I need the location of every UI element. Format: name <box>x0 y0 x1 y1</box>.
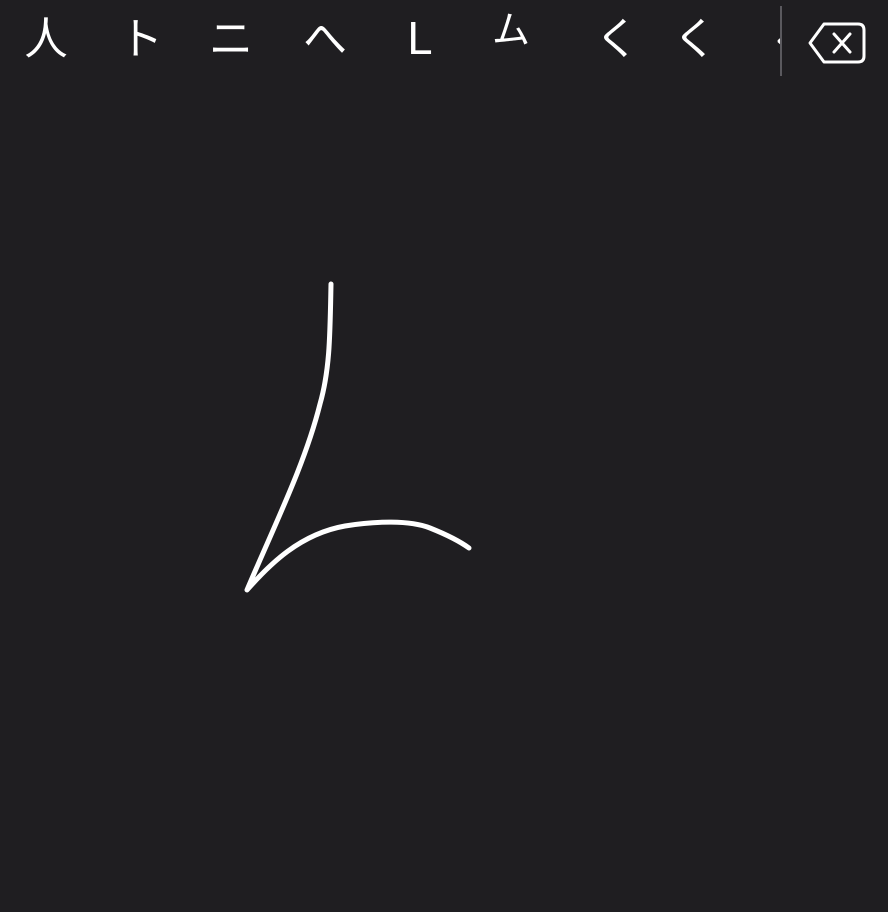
candidate-3[interactable]: へ <box>290 8 360 72</box>
handwriting-canvas[interactable] <box>0 84 888 912</box>
delete-backspace-icon <box>808 22 866 64</box>
candidate-8[interactable]: ‹ <box>748 8 780 72</box>
candidate-6[interactable]: く <box>582 8 652 72</box>
candidate-divider <box>780 6 782 76</box>
candidate-4[interactable]: L <box>384 8 454 72</box>
candidate-strip[interactable]: 人 ト ニ へ L ム く く ‹ <box>0 0 780 84</box>
candidate-5[interactable]: ム <box>476 0 546 62</box>
delete-button[interactable] <box>806 18 868 68</box>
candidate-2[interactable]: ニ <box>196 8 266 72</box>
handwritten-stroke <box>244 281 472 593</box>
candidate-bar: 人 ト ニ へ L ム く く ‹ <box>0 0 888 84</box>
candidate-0[interactable]: 人 <box>11 8 81 72</box>
candidate-1[interactable]: ト <box>106 8 176 72</box>
candidate-7[interactable]: く <box>660 8 730 72</box>
